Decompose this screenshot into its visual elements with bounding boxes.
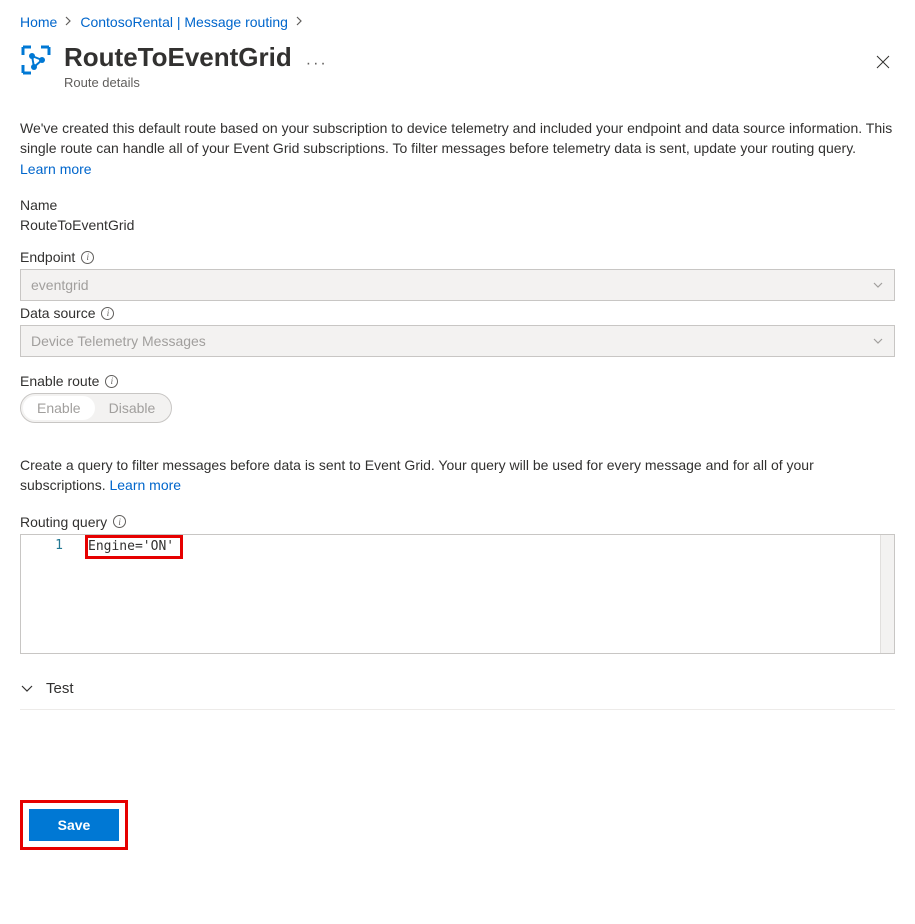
test-expander[interactable]: Test [20,668,895,710]
breadcrumb-parent[interactable]: ContosoRental | Message routing [80,14,288,30]
route-icon [20,44,52,76]
save-button[interactable]: Save [29,809,119,841]
page-subtitle: Route details [64,75,328,90]
chevron-down-icon [20,681,34,695]
query-code: Engine='ON' [88,539,174,554]
toggle-disable: Disable [95,396,170,420]
learn-more-link[interactable]: Learn more [20,161,92,177]
chevron-right-icon [65,15,72,29]
info-icon[interactable]: i [105,375,118,388]
info-icon[interactable]: i [81,251,94,264]
info-icon[interactable]: i [101,307,114,320]
routing-query-editor[interactable]: 1 Engine='ON' [20,534,895,654]
close-button[interactable] [871,50,895,77]
page-title: RouteToEventGrid [64,42,292,73]
breadcrumb: Home ContosoRental | Message routing [20,14,895,30]
datasource-select: Device Telemetry Messages [20,325,895,357]
chevron-right-icon [296,15,303,29]
datasource-label: Data source [20,305,95,321]
info-icon[interactable]: i [113,515,126,528]
query-highlight: Engine='ON' [85,535,183,559]
routing-query-label: Routing query [20,514,107,530]
more-icon[interactable]: ··· [306,55,328,73]
save-highlight: Save [20,800,128,850]
chevron-down-icon [872,279,884,291]
learn-more-link[interactable]: Learn more [109,477,181,493]
endpoint-label: Endpoint [20,249,75,265]
enable-route-label: Enable route [20,373,99,389]
name-label: Name [20,197,895,213]
line-gutter: 1 [21,535,81,653]
name-value: RouteToEventGrid [20,217,895,233]
scrollbar[interactable] [880,535,894,653]
endpoint-select: eventgrid [20,269,895,301]
query-intro: Create a query to filter messages before… [20,455,895,496]
enable-route-toggle: Enable Disable [20,393,172,423]
intro-text: We've created this default route based o… [20,118,895,179]
breadcrumb-home[interactable]: Home [20,14,57,30]
toggle-enable: Enable [23,396,95,420]
chevron-down-icon [872,335,884,347]
